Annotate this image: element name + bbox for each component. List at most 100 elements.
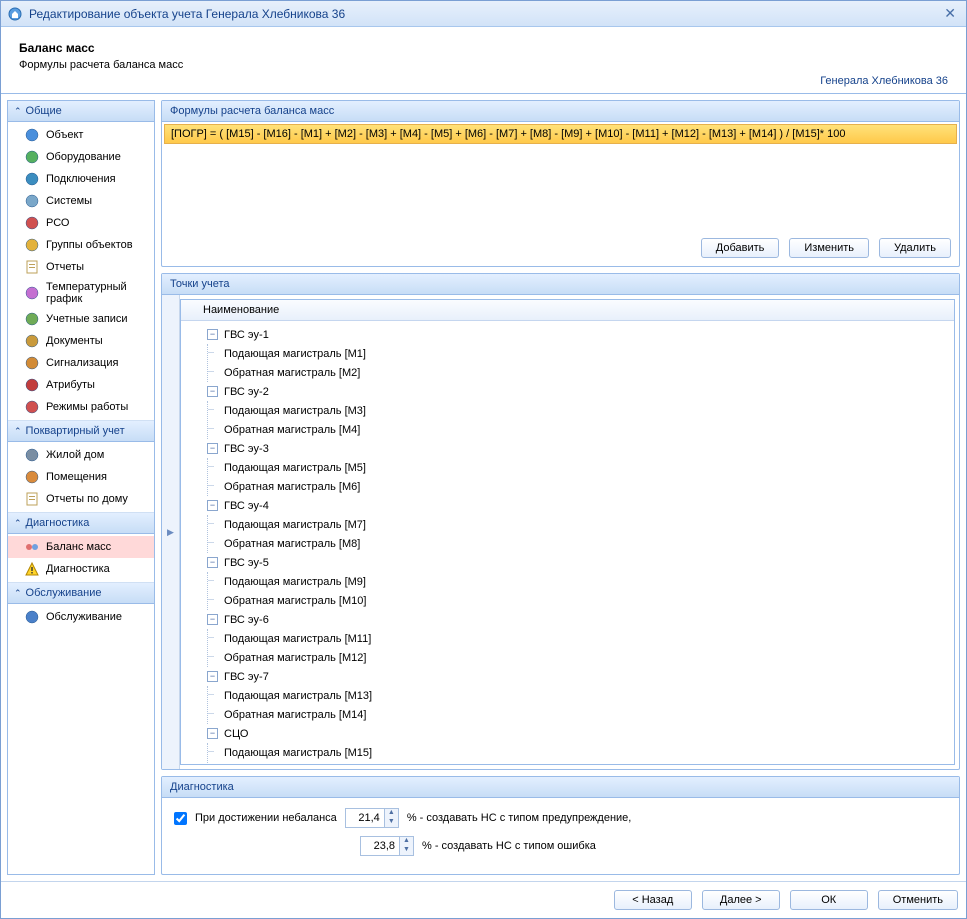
report-icon xyxy=(24,259,40,275)
tree-node[interactable]: −СЦО xyxy=(181,724,954,743)
tree-leaf[interactable]: Подающая магистраль [M13] xyxy=(208,686,954,705)
close-icon[interactable]: ✕ xyxy=(940,5,960,22)
tree-toggle-icon[interactable]: − xyxy=(207,671,218,682)
spin-up-icon[interactable]: ▲ xyxy=(400,837,413,846)
diagnostics-panel: Диагностика При достижении небаланса ▲▼ … xyxy=(161,776,960,875)
sidebar-item[interactable]: Обслуживание xyxy=(8,606,154,628)
tree-node[interactable]: −ГВС эу-5 xyxy=(181,553,954,572)
tree-toggle-icon[interactable]: − xyxy=(207,386,218,397)
tree-leaf-label: Подающая магистраль [M5] xyxy=(220,462,366,474)
tree-toggle-icon[interactable]: − xyxy=(207,557,218,568)
tree-node[interactable]: −ГВС эу-4 xyxy=(181,496,954,515)
cancel-button[interactable]: Отменить xyxy=(878,890,958,910)
sidebar-group-header[interactable]: ⌃Диагностика xyxy=(8,512,154,534)
next-button[interactable]: Далее > xyxy=(702,890,780,910)
sidebar-item[interactable]: Помещения xyxy=(8,466,154,488)
tree-node[interactable]: −ГВС эу-3 xyxy=(181,439,954,458)
tree-leaf[interactable]: Обратная магистраль [M14] xyxy=(208,705,954,724)
window-title: Редактирование объекта учета Генерала Хл… xyxy=(29,7,940,21)
sidebar-item[interactable]: Системы xyxy=(8,190,154,212)
unbalance-label: При достижении небаланса xyxy=(195,812,337,824)
sidebar-item[interactable]: Режимы работы xyxy=(8,396,154,418)
tree-leaf[interactable]: Обратная магистраль [M8] xyxy=(208,534,954,553)
ok-button[interactable]: ОК xyxy=(790,890,868,910)
folders-icon xyxy=(24,237,40,253)
sidebar-item-label: Подключения xyxy=(46,173,116,185)
tree-leaf[interactable]: Подающая магистраль [M1] xyxy=(208,344,954,363)
chevron-icon: ⌃ xyxy=(14,588,22,599)
home-icon xyxy=(24,469,40,485)
sidebar-item[interactable]: Объект xyxy=(8,124,154,146)
spin-down-icon[interactable]: ▼ xyxy=(400,846,413,855)
tree-leaf[interactable]: Обратная магистраль [M10] xyxy=(208,591,954,610)
sidebar-item[interactable]: РСО xyxy=(8,212,154,234)
edit-button[interactable]: Изменить xyxy=(789,238,869,258)
tree-toggle-icon[interactable]: − xyxy=(207,500,218,511)
tree-toggle-icon[interactable]: − xyxy=(207,443,218,454)
tree-leaf[interactable]: Подающая магистраль [M15] xyxy=(208,743,954,762)
tree-toggle-icon[interactable]: − xyxy=(207,329,218,340)
tree-toggle-icon[interactable]: − xyxy=(207,614,218,625)
tree-leaf[interactable]: Подающая магистраль [M11] xyxy=(208,629,954,648)
spin-up-icon[interactable]: ▲ xyxy=(385,809,398,818)
sidebar-group-title: Поквартирный учет xyxy=(26,425,125,437)
delete-button[interactable]: Удалить xyxy=(879,238,951,258)
tree-leaf[interactable]: Обратная магистраль [M12] xyxy=(208,648,954,667)
back-button[interactable]: < Назад xyxy=(614,890,692,910)
sidebar-item[interactable]: Атрибуты xyxy=(8,374,154,396)
tree-leaf-label: Подающая магистраль [M3] xyxy=(220,405,366,417)
sidebar-item-label: Системы xyxy=(46,195,92,207)
sidebar-item[interactable]: Диагностика xyxy=(8,558,154,580)
unbalance-checkbox[interactable] xyxy=(174,812,187,825)
sidebar-item[interactable]: Оборудование xyxy=(8,146,154,168)
warn-threshold-input[interactable] xyxy=(346,809,384,827)
sidebar-item[interactable]: Отчеты по дому xyxy=(8,488,154,510)
sidebar-item[interactable]: Подключения xyxy=(8,168,154,190)
sidebar-item-label: Оборудование xyxy=(46,151,121,163)
sidebar-item[interactable]: Сигнализация xyxy=(8,352,154,374)
tree-node[interactable]: −ГВС эу-6 xyxy=(181,610,954,629)
tree-node[interactable]: −ГВС эу-1 xyxy=(181,325,954,344)
gear-icon xyxy=(24,193,40,209)
formulas-panel: Формулы расчета баланса масс [ПОГР] = ( … xyxy=(161,100,960,267)
sidebar-item[interactable]: Отчеты xyxy=(8,256,154,278)
calendar-icon xyxy=(24,399,40,415)
tree-leaf[interactable]: Обратная магистраль [M2] xyxy=(208,363,954,382)
tree-leaf[interactable]: Подающая магистраль [M9] xyxy=(208,572,954,591)
tree-node[interactable]: −ГВС эу-2 xyxy=(181,382,954,401)
tree-leaf[interactable]: Подающая магистраль [M7] xyxy=(208,515,954,534)
formula-row[interactable]: [ПОГР] = ( [M15] - [M16] - [M1] + [M2] -… xyxy=(164,124,957,144)
tree-node-label: ГВС эу-3 xyxy=(224,443,269,455)
sidebar-group-header[interactable]: ⌃ Обслуживание xyxy=(8,582,154,604)
sidebar-item[interactable]: Документы xyxy=(8,330,154,352)
grid-column-header[interactable]: Наименование xyxy=(181,300,954,321)
tree-node-label: ГВС эу-2 xyxy=(224,386,269,398)
sidebar-item[interactable]: Учетные записи xyxy=(8,308,154,330)
err-threshold-input[interactable] xyxy=(361,837,399,855)
sidebar-group-header[interactable]: ⌃Общие xyxy=(8,101,154,122)
sidebar-item-label: РСО xyxy=(46,217,69,229)
tree-node[interactable]: −ГВС эу-7 xyxy=(181,667,954,686)
sidebar-item[interactable]: Жилой дом xyxy=(8,444,154,466)
sidebar-item[interactable]: Баланс масс xyxy=(8,536,154,558)
sidebar-item[interactable]: Группы объектов xyxy=(8,234,154,256)
add-button[interactable]: Добавить xyxy=(701,238,780,258)
tree-toggle-icon[interactable]: − xyxy=(207,728,218,739)
sphere-blue-icon xyxy=(24,127,40,143)
sidebar-group-header[interactable]: ⌃Поквартирный учет xyxy=(8,420,154,442)
tree-leaf[interactable]: Обратная магистраль [M16] xyxy=(208,762,954,765)
sidebar-item-label: Жилой дом xyxy=(46,449,104,461)
tree-leaf[interactable]: Обратная магистраль [M4] xyxy=(208,420,954,439)
tree-leaf[interactable]: Подающая магистраль [M5] xyxy=(208,458,954,477)
tree-leaf[interactable]: Обратная магистраль [M6] xyxy=(208,477,954,496)
tree-leaf[interactable]: Подающая магистраль [M3] xyxy=(208,401,954,420)
expand-strip-icon[interactable]: ▶ xyxy=(167,527,174,538)
balance-icon xyxy=(24,539,40,555)
chevron-icon: ⌃ xyxy=(14,518,22,529)
title-bar: Редактирование объекта учета Генерала Хл… xyxy=(1,1,966,27)
sidebar-group-title: Обслуживание xyxy=(26,587,102,599)
spin-down-icon[interactable]: ▼ xyxy=(385,818,398,827)
sidebar-item[interactable]: Температурный график xyxy=(8,278,154,308)
formulas-panel-title: Формулы расчета баланса масс xyxy=(162,101,959,122)
chart-icon xyxy=(24,285,40,301)
